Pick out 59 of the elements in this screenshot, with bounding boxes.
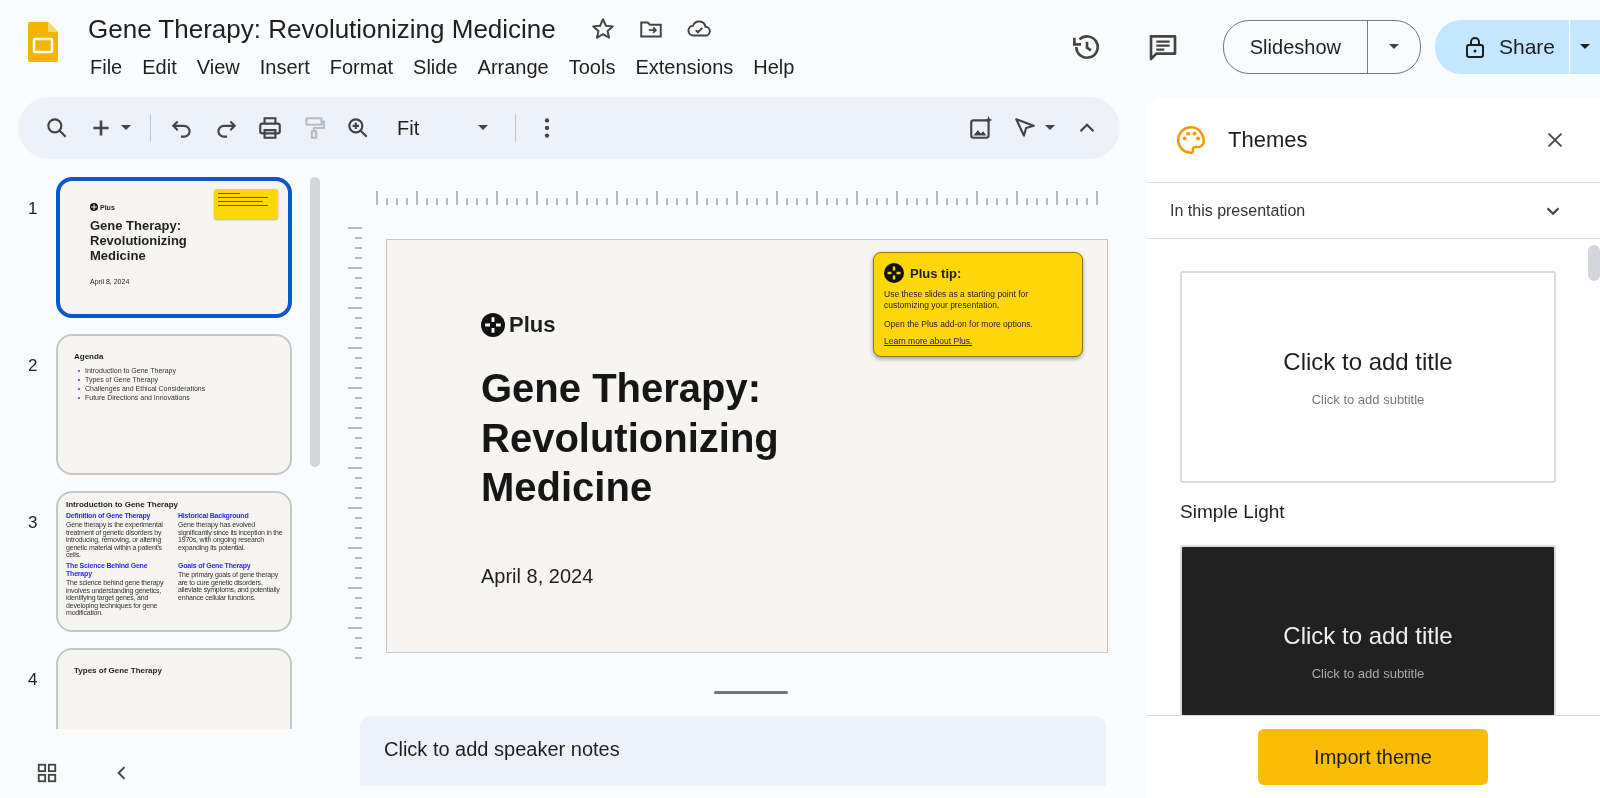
image-sparkle-icon[interactable] — [968, 115, 994, 141]
menu-item[interactable]: Insert — [253, 54, 322, 81]
tip-text: Open the Plus add-on for more options. — [884, 319, 1034, 330]
theme-title-placeholder: Click to add title — [1283, 347, 1453, 376]
speaker-notes-field[interactable]: Click to add speaker notes — [360, 716, 1106, 786]
menu-item[interactable]: Tools — [562, 54, 628, 81]
thumbnail-title: Gene Therapy: Revolutionizing Medicine — [90, 219, 188, 264]
slide-number: 3 — [28, 512, 39, 534]
theme-name: Simple Light — [1180, 501, 1286, 523]
panel-title: Themes — [1228, 126, 1308, 153]
grid-view-icon[interactable] — [36, 762, 58, 784]
menu-item[interactable]: File — [84, 54, 135, 81]
resize-handle[interactable] — [714, 691, 788, 694]
caret-icon[interactable] — [120, 124, 132, 132]
menu-item[interactable]: View — [190, 54, 252, 81]
thumbnail-title: Introduction to Gene Therapy — [66, 500, 179, 509]
lock-icon — [1464, 36, 1485, 58]
zoom-dropdown[interactable]: Fit — [389, 112, 498, 144]
menu-item[interactable]: Help — [747, 54, 807, 81]
menu-item[interactable]: Format — [323, 54, 406, 81]
slide-thumbnail[interactable]: Types of Gene Therapy — [56, 648, 292, 729]
learn-more-link[interactable]: Learn more about Plus. — [884, 335, 973, 346]
menu-item[interactable]: Extensions — [629, 54, 746, 81]
theme-subtitle-placeholder: Click to add subtitle — [1311, 391, 1425, 407]
slide-number: 4 — [28, 669, 39, 691]
slide-number: 2 — [28, 355, 39, 377]
caret-icon — [477, 124, 490, 132]
plus-logo-icon — [884, 263, 904, 283]
slide-date[interactable]: April 8, 2024 — [481, 564, 1107, 588]
slide[interactable] — [386, 239, 1108, 653]
plus-logo-icon — [90, 203, 98, 211]
slide-title[interactable]: Gene Therapy: Revolutionizing Medicine — [481, 364, 811, 513]
tip-card-drawing — [214, 189, 278, 219]
scrollbar-thumb[interactable] — [1588, 245, 1600, 281]
theme-subtitle-placeholder: Click to add subtitle — [1311, 665, 1425, 681]
menu-item[interactable]: Slide — [407, 54, 470, 81]
theme-preview[interactable]: Click to add title Click to add subtitle — [1180, 545, 1556, 715]
thumbnail-title: Agenda — [74, 352, 105, 361]
tip-title: Plus tip: — [910, 265, 962, 281]
section-dropdown[interactable]: In this presentation — [1146, 183, 1600, 239]
caret-icon — [1579, 43, 1591, 51]
caret-icon — [1387, 43, 1400, 51]
menu-item[interactable]: Edit — [136, 54, 189, 81]
slide-number: 1 — [28, 198, 39, 220]
slide-thumbnail[interactable] — [56, 491, 292, 632]
star-icon[interactable] — [589, 16, 616, 42]
theme-title-placeholder: Click to add title — [1283, 621, 1453, 650]
import-theme-button[interactable]: Import theme — [1258, 729, 1488, 785]
document-title[interactable]: Gene Therapy: Revolutionizing Medicine — [88, 13, 556, 45]
tip-text: Use these slides as a starting point for customizing your presentation. — [884, 289, 1030, 311]
plus-logo-icon — [481, 313, 505, 337]
print-icon[interactable] — [257, 115, 283, 141]
theme-preview[interactable]: Click to add title Click to add subtitle — [1180, 271, 1556, 483]
scrollbar-thumb[interactable] — [310, 177, 320, 467]
menu-item[interactable]: Arrange — [471, 54, 561, 81]
logo-text: Plus — [509, 312, 556, 338]
tip-card[interactable]: Plus tip: Use these slides as a starting point for customizing your presentation. Open the Plus add-on for more options. Learn more about Plus. — [873, 252, 1083, 357]
thumbnail-title: Types of Gene Therapy — [74, 666, 163, 675]
caret-icon[interactable] — [1044, 124, 1056, 132]
